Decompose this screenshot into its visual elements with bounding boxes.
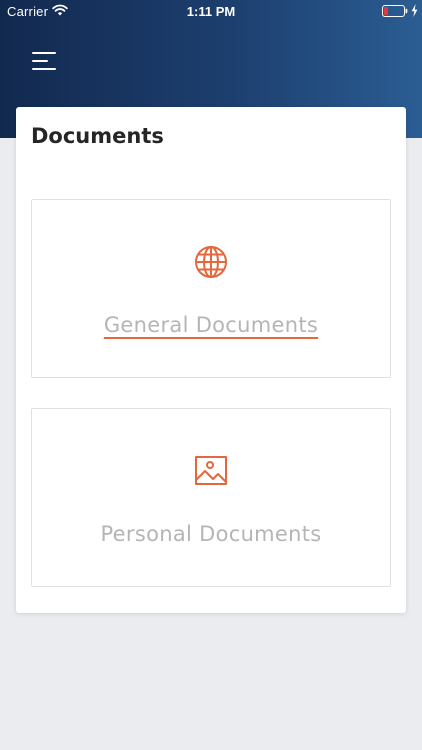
menu-line-top [32,52,56,54]
hamburger-menu-icon[interactable] [32,50,56,72]
general-documents-link[interactable]: General Documents [32,313,390,337]
charging-bolt-icon [411,4,418,17]
documents-screen: Carrier 1:11 PM Documents General Docume… [0,0,422,750]
menu-line-bottom [32,68,56,70]
personal-documents-label: Personal Documents [100,522,322,546]
page-title: Documents [31,124,164,148]
menu-line-middle [32,60,48,62]
image-icon [195,456,227,485]
battery-low-icon [382,5,408,17]
globe-icon [195,246,227,278]
status-time: 1:11 PM [186,4,236,19]
status-bar: Carrier 1:11 PM [0,0,422,22]
personal-documents-tile[interactable]: Personal Documents [31,408,391,587]
documents-card: Documents General Documents Personal Doc… [16,107,406,613]
general-documents-tile[interactable]: General Documents [31,199,391,378]
